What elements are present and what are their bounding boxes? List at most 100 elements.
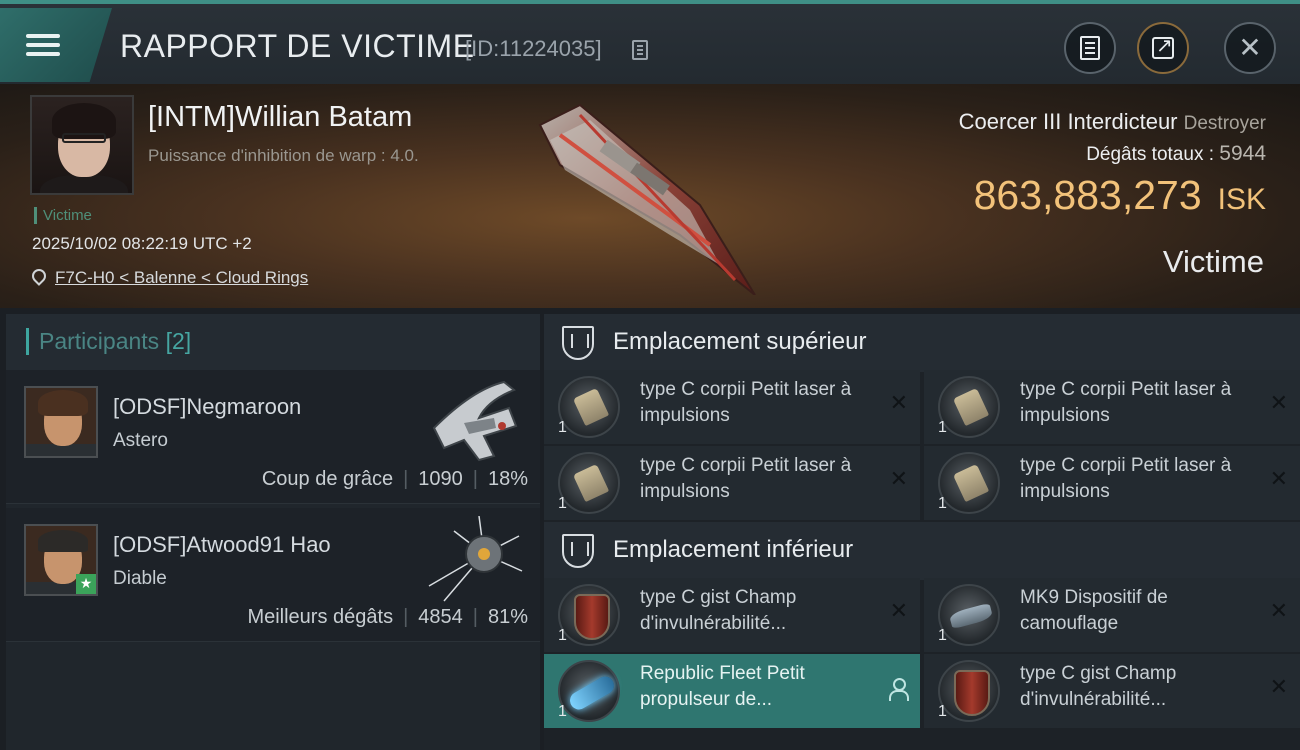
- total-damage-label: Dégâts totaux :: [1086, 144, 1214, 165]
- laser-icon: [938, 376, 1000, 438]
- attacker-stats: Coup de grâce | 1090 | 18%: [261, 468, 528, 490]
- share-icon: [1152, 33, 1174, 59]
- destroyed-x-icon: ✕: [889, 599, 908, 624]
- attacker-ship-image[interactable]: [424, 516, 524, 602]
- module-name: type C corpii Petit laser à impulsions: [640, 379, 852, 426]
- module-qty: 1: [558, 627, 567, 644]
- destroyed-x-icon: ✕: [889, 391, 908, 416]
- share-button[interactable]: [1137, 22, 1189, 74]
- result-label: Victime: [1162, 244, 1264, 279]
- module-item-selected[interactable]: 1 Republic Fleet Petit propulseur de...: [544, 654, 920, 728]
- module-qty: 1: [558, 419, 567, 436]
- module-item[interactable]: 1 type C corpii Petit laser à impulsions…: [924, 370, 1300, 444]
- module-name: MK9 Dispositif de camouflage: [1020, 587, 1168, 634]
- total-damage-value: 5944: [1219, 142, 1266, 165]
- page-title: RAPPORT DE VICTIME: [120, 28, 475, 64]
- isk-loss: 863,883,273 ISK: [974, 172, 1266, 219]
- attacker-portrait[interactable]: [24, 386, 98, 458]
- module-qty: 1: [938, 419, 947, 436]
- low-slot-title: Emplacement inférieur: [613, 536, 854, 563]
- high-slot-header: Emplacement supérieur: [544, 314, 1300, 372]
- shield-hardener-icon: [938, 660, 1000, 722]
- module-item[interactable]: 1 MK9 Dispositif de camouflage ✕: [924, 578, 1300, 652]
- destroyed-x-icon: ✕: [1269, 675, 1288, 700]
- attacker-damage: 4854: [418, 606, 463, 628]
- thruster-icon: [558, 660, 620, 722]
- person-icon: [888, 678, 909, 701]
- victim-subtitle: Puissance d'inhibition de warp : 4.0.: [148, 146, 419, 165]
- participants-panel: Participants [2] [ODSF]Negmaroon Astero …: [6, 314, 540, 750]
- participants-label: Participants: [39, 328, 160, 354]
- module-qty: 1: [938, 703, 947, 720]
- attacker-ship-image[interactable]: [424, 378, 524, 464]
- module-name: type C corpii Petit laser à impulsions: [1020, 455, 1232, 502]
- destroyed-x-icon: ✕: [1269, 467, 1288, 492]
- high-slot-title: Emplacement supérieur: [613, 328, 867, 355]
- total-damage: Dégâts totaux : 5944: [1086, 142, 1266, 166]
- module-name: Republic Fleet Petit propulseur de...: [640, 663, 805, 710]
- module-name: type C gist Champ d'invulnérabilité...: [640, 587, 797, 634]
- attacker-role: Meilleurs dégâts: [247, 606, 394, 628]
- attacker-name: [ODSF]Negmaroon: [113, 394, 302, 419]
- laser-icon: [558, 376, 620, 438]
- ship-class-text: Destroyer: [1183, 113, 1266, 134]
- attacker-percent: 18%: [487, 468, 528, 490]
- star-icon: ★: [76, 574, 96, 594]
- victim-portrait[interactable]: [30, 95, 134, 195]
- module-qty: 1: [558, 703, 567, 720]
- victim-name[interactable]: [INTM]Willian Batam: [148, 101, 412, 134]
- destroyed-x-icon: ✕: [1269, 391, 1288, 416]
- destroyed-x-icon: ✕: [889, 467, 908, 492]
- attacker-portrait[interactable]: ★: [24, 524, 98, 596]
- top-bar: RAPPORT DE VICTIME [ID:11224035] ✕: [0, 0, 1300, 84]
- attacker-percent: 81%: [487, 606, 528, 628]
- laser-icon: [938, 452, 1000, 514]
- low-slot-icon: [562, 534, 594, 568]
- isk-unit: ISK: [1217, 183, 1266, 216]
- copy-icon[interactable]: [632, 40, 648, 60]
- attacker-role: Coup de grâce: [261, 468, 394, 490]
- kill-timestamp: 2025/10/02 08:22:19 UTC +2: [32, 234, 252, 253]
- close-icon: ✕: [1238, 31, 1262, 64]
- ship-name-text: Coercer III Interdicteur: [958, 109, 1178, 134]
- kill-location-link[interactable]: F7C-H0 < Balenne < Cloud Rings: [55, 268, 308, 288]
- victim-ship-image[interactable]: [520, 95, 760, 295]
- module-name: type C gist Champ d'invulnérabilité...: [1020, 663, 1177, 710]
- attacker-stats: Meilleurs dégâts | 4854 | 81%: [247, 606, 528, 628]
- attacker-row[interactable]: [ODSF]Negmaroon Astero Coup de grâce | 109…: [6, 370, 540, 504]
- report-id: [ID:11224035]: [465, 36, 602, 61]
- module-qty: 1: [938, 495, 947, 512]
- participants-title: Participants [2]: [26, 328, 191, 355]
- module-item[interactable]: 1 type C corpii Petit laser à impulsions…: [924, 446, 1300, 520]
- high-slot-icon: [562, 326, 594, 360]
- document-icon: [1080, 36, 1100, 60]
- module-item[interactable]: 1 type C gist Champ d'invulnérabilité...…: [924, 654, 1300, 728]
- attacker-ship: Astero: [113, 430, 168, 451]
- module-name: type C corpii Petit laser à impulsions: [1020, 379, 1232, 426]
- module-name: type C corpii Petit laser à impulsions: [640, 455, 852, 502]
- victim-tag: Victime: [34, 207, 92, 224]
- laser-icon: [558, 452, 620, 514]
- close-button[interactable]: ✕: [1224, 22, 1276, 74]
- module-item[interactable]: 1 type C gist Champ d'invulnérabilité...…: [544, 578, 920, 652]
- module-item[interactable]: 1 type C corpii Petit laser à impulsions…: [544, 446, 920, 520]
- fitting-panel: Emplacement supérieur 1 type C corpii Pe…: [544, 314, 1300, 750]
- participants-header: Participants [2]: [6, 314, 540, 370]
- attacker-row[interactable]: ★ [ODSF]Atwood91 Hao Diable Meilleurs dé…: [6, 508, 540, 642]
- document-button[interactable]: [1064, 22, 1116, 74]
- module-qty: 1: [938, 627, 947, 644]
- destroyed-x-icon: ✕: [1269, 599, 1288, 624]
- cloak-icon: [938, 584, 1000, 646]
- isk-value: 863,883,273: [973, 172, 1202, 218]
- shield-hardener-icon: [558, 584, 620, 646]
- victim-ship-name: Coercer III Interdicteur Destroyer: [959, 109, 1266, 135]
- attacker-name: [ODSF]Atwood91 Hao: [113, 532, 331, 557]
- module-qty: 1: [558, 495, 567, 512]
- menu-button[interactable]: [0, 8, 112, 82]
- attacker-damage: 1090: [418, 468, 463, 490]
- participants-count: [2]: [165, 328, 192, 354]
- low-slot-header: Emplacement inférieur: [544, 522, 1300, 580]
- module-item[interactable]: 1 type C corpii Petit laser à impulsions…: [544, 370, 920, 444]
- attacker-ship: Diable: [113, 568, 167, 589]
- hamburger-icon: [26, 29, 60, 61]
